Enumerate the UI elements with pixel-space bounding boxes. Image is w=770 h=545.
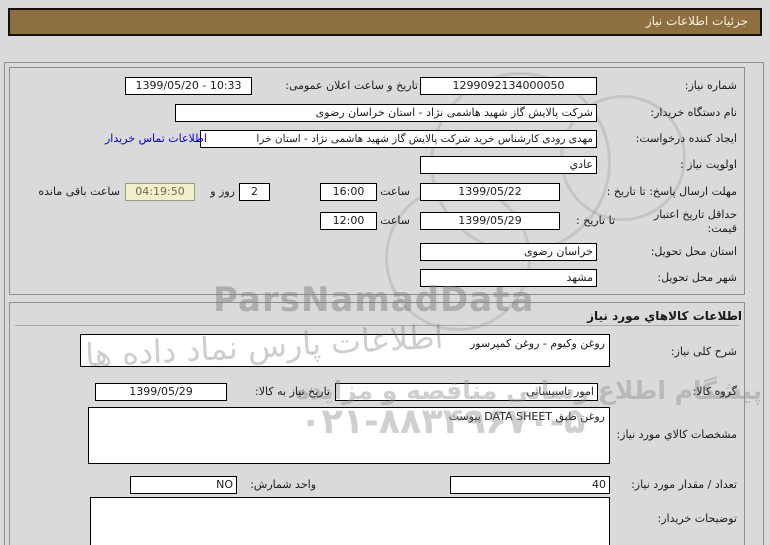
delivery-province-label: استان محل تحویل: bbox=[650, 245, 737, 258]
request-creator-label: ایجاد کننده درخواست: bbox=[635, 132, 737, 145]
countdown-timer: 04:19:50 bbox=[125, 183, 195, 201]
section-divider bbox=[15, 325, 739, 326]
buyer-notes-label: توضیحات خریدار: bbox=[657, 512, 738, 525]
until-date-label: تا تاریخ : bbox=[576, 214, 615, 227]
announce-datetime-field[interactable]: 1399/05/20 - 10:33 bbox=[125, 77, 252, 95]
priority-label: اولویت نیاز : bbox=[679, 158, 737, 171]
general-description-field[interactable]: روغن وکیوم - روغن کمپرسور bbox=[80, 334, 610, 367]
goods-specs-field[interactable]: روغن طبق DATA SHEET پیوست bbox=[88, 407, 610, 464]
delivery-city-field[interactable]: مشهد bbox=[420, 269, 597, 287]
delivery-city-label: شهر محل تحویل: bbox=[657, 271, 737, 284]
deadline-hour-label: ساعت bbox=[380, 185, 410, 198]
buyer-notes-field[interactable] bbox=[90, 497, 610, 545]
need-number-field[interactable]: 1299092134000050 bbox=[420, 77, 597, 95]
buyer-org-field[interactable]: شرکت پالایش گاز شهید هاشمی نژاد - استان … bbox=[175, 104, 597, 122]
buyer-contact-link[interactable]: اطلاعات تماس خریدار bbox=[105, 132, 207, 145]
announce-datetime-label: تاریخ و ساعت اعلان عمومی: bbox=[285, 79, 418, 92]
request-info-panel bbox=[9, 67, 745, 295]
hours-remaining-label: ساعت باقی مانده bbox=[38, 185, 120, 198]
validity-hour-label: ساعت bbox=[380, 214, 410, 227]
need-details-page: جزئیات اطلاعات نیاز شماره نیاز: 12990921… bbox=[0, 0, 770, 545]
delivery-province-field[interactable]: خراسان رضوی bbox=[420, 243, 597, 261]
validity-date-field[interactable]: 1399/05/29 bbox=[420, 212, 560, 230]
days-and-label: روز و bbox=[210, 185, 235, 198]
general-description-label: شرح كلی نیاز: bbox=[670, 345, 737, 358]
price-validity-label-line2: قیمت: bbox=[707, 222, 737, 235]
deadline-date-field[interactable]: 1399/05/22 bbox=[420, 183, 560, 201]
response-deadline-label: مهلت ارسال پاسخ: تا تاریخ : bbox=[606, 185, 737, 198]
page-title: جزئیات اطلاعات نیاز bbox=[8, 8, 762, 36]
validity-time-field[interactable]: 12:00 bbox=[320, 212, 377, 230]
buyer-org-label: نام دستگاه خریدار: bbox=[650, 106, 737, 119]
goods-specs-label: مشخصات كالاي مورد نیاز: bbox=[616, 428, 737, 441]
goods-need-date-label: تاریخ نیاز به کالا: bbox=[255, 385, 330, 398]
goods-group-label: گروه كالا: bbox=[692, 385, 737, 398]
request-creator-field[interactable]: مهدی رودی کارشناس خرید شرکت پالایش گاز ش… bbox=[200, 130, 597, 148]
goods-need-date-field[interactable]: 1399/05/29 bbox=[95, 383, 227, 401]
unit-field[interactable]: NO bbox=[130, 476, 237, 494]
need-number-label: شماره نیاز: bbox=[684, 79, 737, 92]
priority-field[interactable]: عادي bbox=[420, 156, 597, 174]
goods-group-field[interactable]: امور تاسیساتی bbox=[335, 383, 598, 401]
quantity-label: تعداد / مقدار مورد نیاز: bbox=[631, 478, 737, 491]
price-validity-label-line1: حداقل تاریخ اعتبار bbox=[653, 208, 737, 221]
goods-section-title: اطلاعات كالاهاي مورد نياز bbox=[587, 309, 742, 323]
quantity-field[interactable]: 40 bbox=[450, 476, 610, 494]
remaining-days-field[interactable]: 2 bbox=[239, 183, 270, 201]
unit-label: واحد شمارش: bbox=[250, 478, 316, 491]
deadline-time-field[interactable]: 16:00 bbox=[320, 183, 377, 201]
